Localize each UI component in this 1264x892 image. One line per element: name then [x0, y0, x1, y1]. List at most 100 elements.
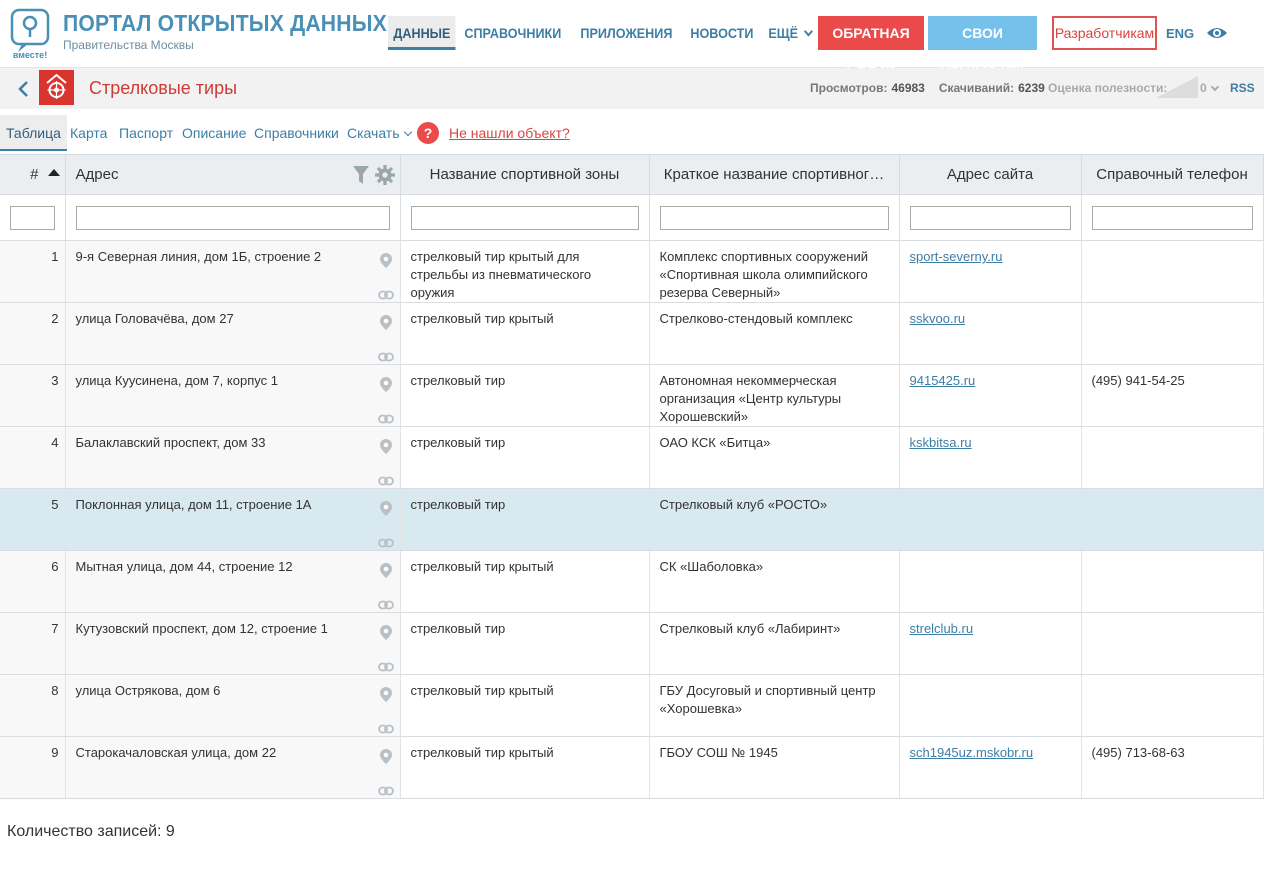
language-switch[interactable]: ENG: [1166, 26, 1194, 41]
filter-icon[interactable]: [352, 166, 369, 188]
nav-apps[interactable]: ПРИЛОЖЕНИЯ: [575, 16, 678, 50]
filter-phone-input[interactable]: [1091, 205, 1253, 230]
tab-map[interactable]: Карта: [70, 115, 107, 151]
table-row[interactable]: 7 Кутузовский проспект, дом 12, строение …: [0, 612, 1264, 677]
developers-button[interactable]: Разработчикам: [1052, 16, 1157, 50]
column-address-label: Адрес: [75, 166, 119, 183]
zone-cell: стрелковый тир крытый: [400, 736, 650, 799]
address-text[interactable]: 9-я Северная линия, дом 1Б, строение 2: [76, 249, 322, 264]
feedback-button[interactable]: ОБРАТНАЯ СВЯЗЬ: [818, 16, 924, 75]
address-cell[interactable]: Старокачаловская улица, дом 22: [65, 736, 401, 801]
map-pin-icon[interactable]: [378, 501, 394, 521]
filter-short-name-input[interactable]: [659, 205, 889, 230]
map-pin-icon[interactable]: [378, 625, 394, 645]
address-cell[interactable]: Кутузовский проспект, дом 12, строение 1: [65, 612, 401, 677]
filter-address-input[interactable]: [75, 205, 390, 230]
table-row[interactable]: 4 Балаклавский проспект, дом 33 стрелковый…: [0, 426, 1264, 489]
map-pin-icon[interactable]: [378, 377, 394, 397]
views-count: 46983: [891, 81, 925, 95]
phone-cell: (495) 941-54-25: [1081, 364, 1264, 427]
rating-bar-icon[interactable]: [1156, 76, 1198, 98]
table-row[interactable]: 6 Мытная улица, дом 44, строение 12 стрелк…: [0, 550, 1264, 613]
address-cell[interactable]: Мытная улица, дом 44, строение 12: [65, 550, 401, 613]
site-link[interactable]: 9415425.ru: [910, 373, 976, 388]
map-pin-icon[interactable]: [378, 749, 394, 769]
table-row[interactable]: 2 улица Головачёва, дом 27 стрелковый тир …: [0, 302, 1264, 365]
zone-cell: стрелковый тир: [400, 612, 650, 675]
sort-ascending-icon[interactable]: [48, 169, 60, 176]
address-text[interactable]: улица Острякова, дом 6: [76, 683, 221, 698]
short-name-cell: Комплекс спортивных сооружений «Спортивн…: [649, 240, 900, 303]
column-header-address[interactable]: Адрес: [65, 154, 401, 195]
row-number: 3: [0, 364, 66, 427]
site-link[interactable]: sskvoo.ru: [910, 311, 966, 326]
row-number: 4: [0, 426, 66, 489]
map-pin-icon[interactable]: [378, 687, 394, 707]
map-pin-icon[interactable]: [378, 439, 394, 459]
tab-passport[interactable]: Паспорт: [119, 115, 173, 151]
column-header-short-name[interactable]: Краткое название спортивног…: [649, 154, 900, 195]
filter-site-input[interactable]: [909, 205, 1071, 230]
row-tools: [377, 377, 394, 429]
address-cell[interactable]: 9-я Северная линия, дом 1Б, строение 2: [65, 240, 401, 303]
tab-description[interactable]: Описание: [182, 115, 246, 151]
brand[interactable]: ПОРТАЛ ОТКРЫТЫХ ДАННЫХ Правительства Мос…: [63, 10, 415, 52]
address-text[interactable]: Кутузовский проспект, дом 12, строение 1: [76, 621, 328, 636]
not-found-link[interactable]: Не нашли объект?: [449, 125, 570, 141]
tab-directories[interactable]: Справочники: [254, 115, 339, 151]
chevron-down-icon: [403, 127, 412, 137]
zone-cell: стрелковый тир: [400, 426, 650, 489]
address-cell[interactable]: улица Острякова, дом 6: [65, 674, 401, 737]
nav-directories[interactable]: СПРАВОЧНИКИ: [459, 16, 567, 50]
gear-icon[interactable]: [374, 165, 395, 189]
table-row[interactable]: 9 Старокачаловская улица, дом 22 стрелковы…: [0, 736, 1264, 801]
link-icon[interactable]: [377, 783, 394, 801]
filter-number-input[interactable]: [10, 205, 55, 230]
row-number: 1: [0, 240, 66, 303]
table-row[interactable]: 1 9-я Северная линия, дом 1Б, строение 2 с…: [0, 240, 1264, 303]
site-link[interactable]: kskbitsa.ru: [910, 435, 972, 450]
map-pin-icon[interactable]: [378, 315, 394, 335]
dataset-stats: Просмотров: 46983 Скачиваний: 6239: [810, 81, 1059, 95]
rating-value[interactable]: 0: [1200, 81, 1220, 95]
nav-news[interactable]: НОВОСТИ: [685, 16, 759, 50]
column-header-zone[interactable]: Название спортивной зоны: [400, 154, 650, 195]
nav-data[interactable]: ДАННЫЕ: [388, 16, 456, 50]
address-text[interactable]: Поклонная улица, дом 11, строение 1А: [76, 497, 312, 512]
row-tools: [377, 625, 394, 677]
eye-icon[interactable]: [1205, 24, 1229, 42]
site-link[interactable]: sport-severny.ru: [910, 249, 1003, 264]
address-cell[interactable]: улица Куусинена, дом 7, корпус 1: [65, 364, 401, 429]
column-header-number[interactable]: #: [0, 154, 66, 195]
address-text[interactable]: улица Куусинена, дом 7, корпус 1: [76, 373, 278, 388]
site-link[interactable]: strelclub.ru: [910, 621, 974, 636]
short-name-cell: Автономная некоммерческая организация «Ц…: [649, 364, 900, 427]
column-header-phone[interactable]: Справочный телефон: [1081, 154, 1264, 195]
address-text[interactable]: Старокачаловская улица, дом 22: [76, 745, 277, 760]
column-header-site[interactable]: Адрес сайта: [899, 154, 1082, 195]
address-cell[interactable]: Поклонная улица, дом 11, строение 1А: [65, 488, 401, 551]
address-text[interactable]: улица Головачёва, дом 27: [76, 311, 234, 326]
zone-cell: стрелковый тир: [400, 488, 650, 551]
address-cell[interactable]: Балаклавский проспект, дом 33: [65, 426, 401, 489]
address-text[interactable]: Балаклавский проспект, дом 33: [76, 435, 266, 450]
site-link[interactable]: sch1945uz.mskobr.ru: [910, 745, 1034, 760]
products-button[interactable]: СВОИ ПРОДУКТЫ!: [928, 16, 1037, 75]
filter-zone-input[interactable]: [410, 205, 639, 230]
help-icon[interactable]: ?: [417, 122, 439, 144]
map-pin-icon[interactable]: [378, 563, 394, 583]
tab-download[interactable]: Скачать: [347, 115, 412, 151]
dataset-title: Стрелковые тиры: [89, 78, 238, 98]
tab-table[interactable]: Таблица: [0, 115, 67, 151]
filter-cell: [1081, 194, 1264, 241]
rss-link[interactable]: RSS: [1230, 81, 1255, 95]
back-arrow-icon[interactable]: [16, 80, 30, 98]
address-cell[interactable]: улица Головачёва, дом 27: [65, 302, 401, 365]
table-row[interactable]: 3 улица Куусинена, дом 7, корпус 1 стрелко…: [0, 364, 1264, 429]
portal-logo[interactable]: вместе!: [6, 8, 54, 60]
address-text[interactable]: Мытная улица, дом 44, строение 12: [76, 559, 293, 574]
table-row[interactable]: 8 улица Острякова, дом 6 стрелковый тир кр…: [0, 674, 1264, 737]
map-pin-icon[interactable]: [378, 253, 394, 273]
nav-more[interactable]: ЕЩЁ: [763, 16, 817, 50]
table-row[interactable]: 5 Поклонная улица, дом 11, строение 1А стр…: [0, 488, 1264, 551]
